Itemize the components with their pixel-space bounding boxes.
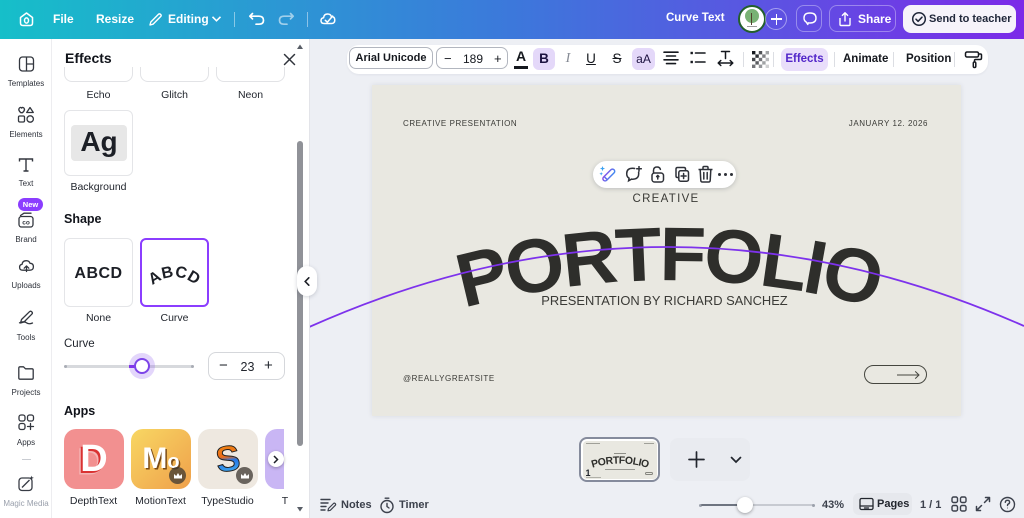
svg-text:ABCD: ABCD	[146, 264, 204, 289]
svg-text:co: co	[22, 220, 30, 227]
